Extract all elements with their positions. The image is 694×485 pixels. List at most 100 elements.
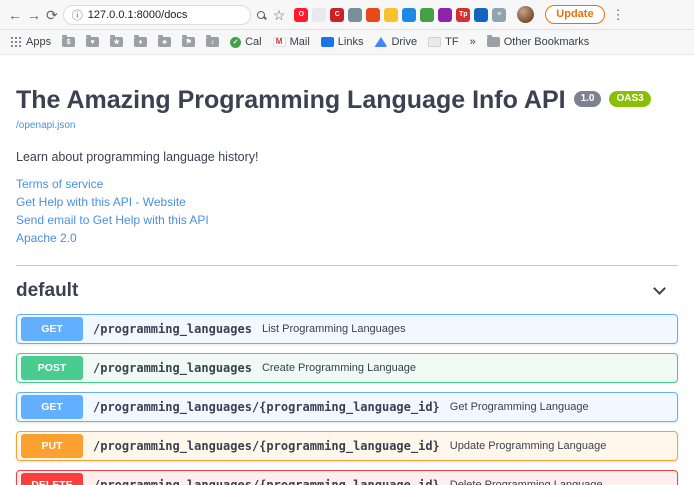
bookmark-item[interactable]: Apps	[10, 36, 51, 48]
bookmark-icon: ♦	[134, 37, 147, 47]
operation-summary: Create Programming Language	[262, 362, 416, 374]
bookmark-item[interactable]: ⚑	[182, 37, 195, 47]
operation-row[interactable]: PUT /programming_languages/{programming_…	[16, 431, 678, 461]
bookmark-label: Mail	[290, 36, 310, 48]
bookmark-item[interactable]: ♣	[158, 37, 171, 47]
operation-row[interactable]: POST /programming_languages Create Progr…	[16, 353, 678, 383]
chevron-down-icon[interactable]	[653, 282, 666, 295]
tag-section-title: default	[16, 280, 78, 302]
bookmark-label: Cal	[245, 36, 262, 48]
bookmark-icon-badge: M	[276, 38, 283, 46]
bookmark-icon-badge: ✓	[233, 39, 239, 46]
operation-summary: List Programming Languages	[262, 323, 406, 335]
forward-icon[interactable]: →	[27, 8, 41, 22]
page-title: The Amazing Programming Language Info AP…	[16, 87, 566, 115]
method-badge: GET	[21, 395, 83, 419]
api-links: Terms of service Get Help with this API …	[16, 177, 678, 245]
extension-icon[interactable]	[420, 8, 434, 22]
bookmark-item[interactable]: M Mail	[273, 36, 310, 48]
browser-menu-icon[interactable]: ⋮	[612, 8, 625, 21]
bookmark-icon-badge: ♪	[211, 39, 215, 46]
operation-path: /programming_languages	[93, 361, 252, 375]
operation-path: /programming_languages/{programming_lang…	[93, 400, 440, 414]
extension-glyph: C	[335, 11, 340, 18]
extension-icon[interactable]: ≡	[492, 8, 506, 22]
bookmark-item[interactable]: ✓ Cal	[230, 36, 262, 48]
api-info-link[interactable]: Send email to Get Help with this API	[16, 213, 678, 227]
api-info-link[interactable]: Apache 2.0	[16, 231, 678, 245]
browser-toolbar: ← → ⟳ ⓘ 127.0.0.1:8000/docs ☆ O C Tp	[0, 0, 694, 30]
extension-icon[interactable]	[312, 8, 326, 22]
extension-icon[interactable]	[402, 8, 416, 22]
operation-summary: Get Programming Language	[450, 401, 589, 413]
bookmark-icon: ✓	[230, 37, 241, 48]
bookmark-star-icon[interactable]: ☆	[273, 8, 286, 22]
bookmark-item[interactable]: ★	[110, 37, 123, 47]
extension-icon[interactable]	[384, 8, 398, 22]
bookmark-icon	[10, 36, 22, 48]
api-info-link[interactable]: Terms of service	[16, 177, 678, 191]
bookmark-icon-badge: ⚑	[185, 39, 191, 46]
bookmark-icon	[428, 37, 441, 47]
site-info-icon[interactable]: ⓘ	[72, 7, 83, 23]
bookmark-item[interactable]: $	[62, 37, 75, 47]
bookmark-icon: ♣	[158, 37, 171, 47]
operations-list: GET /programming_languages List Programm…	[16, 314, 678, 485]
bookmark-icon-badge: $	[67, 39, 71, 46]
bookmark-item[interactable]: ♦	[134, 37, 147, 47]
extension-glyph: O	[299, 11, 304, 18]
bookmark-item[interactable]: Other Bookmarks	[487, 36, 590, 48]
bookmark-item[interactable]: Drive	[374, 36, 417, 48]
extension-icon[interactable]	[366, 8, 380, 22]
bookmark-label: TF	[445, 36, 458, 48]
bookmark-icon-badge: ♦	[139, 39, 143, 46]
bookmarks-bar: Apps $ ♥ ★ ♦ ♣ ⚑ ♪	[0, 30, 694, 55]
extensions-row: O C Tp ≡	[294, 8, 506, 22]
extension-glyph: ≡	[497, 11, 501, 18]
bookmark-icon: ♥	[86, 37, 99, 47]
update-button[interactable]: Update	[545, 5, 604, 24]
extension-icon[interactable]: Tp	[456, 8, 470, 22]
operation-row[interactable]: GET /programming_languages List Programm…	[16, 314, 678, 344]
bookmark-icon	[321, 37, 334, 47]
extension-icon[interactable]: C	[330, 8, 344, 22]
bookmark-icon: M	[273, 37, 286, 47]
search-icon[interactable]	[257, 11, 265, 19]
extension-icon[interactable]	[348, 8, 362, 22]
back-icon[interactable]: ←	[8, 8, 22, 22]
bookmark-icon: ★	[110, 37, 123, 47]
extension-icon[interactable]	[438, 8, 452, 22]
api-info-link[interactable]: Get Help with this API - Website	[16, 195, 678, 209]
operation-path: /programming_languages/{programming_lang…	[93, 439, 440, 453]
extension-icon[interactable]: O	[294, 8, 308, 22]
profile-avatar[interactable]	[517, 6, 534, 23]
bookmark-label: Links	[338, 36, 364, 48]
bookmark-icon: ⚑	[182, 37, 195, 47]
reload-icon[interactable]: ⟳	[46, 8, 58, 22]
address-bar[interactable]: ⓘ 127.0.0.1:8000/docs	[63, 5, 251, 25]
bookmark-item[interactable]: ♥	[86, 37, 99, 47]
api-title-row: The Amazing Programming Language Info AP…	[16, 87, 678, 115]
oas3-badge: OAS3	[609, 91, 650, 107]
operation-path: /programming_languages/{programming_lang…	[93, 478, 440, 485]
bookmark-icon-badge: ★	[113, 39, 119, 46]
extension-icon[interactable]	[474, 8, 488, 22]
bookmark-label: »	[470, 36, 476, 48]
openapi-spec-link[interactable]: /openapi.json	[16, 120, 76, 131]
tag-section-header[interactable]: default	[16, 266, 678, 314]
swagger-page: The Amazing Programming Language Info AP…	[0, 87, 694, 485]
operation-summary: Delete Programming Language	[450, 479, 603, 485]
bookmark-item[interactable]: Links	[321, 36, 364, 48]
method-badge: POST	[21, 356, 83, 380]
operation-row[interactable]: DELETE /programming_languages/{programmi…	[16, 470, 678, 485]
url-text: 127.0.0.1:8000/docs	[88, 9, 188, 21]
operation-path: /programming_languages	[93, 322, 252, 336]
bookmark-item[interactable]: ♪	[206, 37, 219, 47]
bookmark-label: Drive	[391, 36, 417, 48]
bookmark-item[interactable]: »	[470, 36, 476, 48]
extension-glyph: Tp	[459, 11, 468, 18]
operation-row[interactable]: GET /programming_languages/{programming_…	[16, 392, 678, 422]
bookmark-item[interactable]: TF	[428, 36, 458, 48]
bookmark-icon-badge: ♣	[162, 39, 167, 46]
bookmark-icon-badge: ♥	[91, 39, 95, 46]
